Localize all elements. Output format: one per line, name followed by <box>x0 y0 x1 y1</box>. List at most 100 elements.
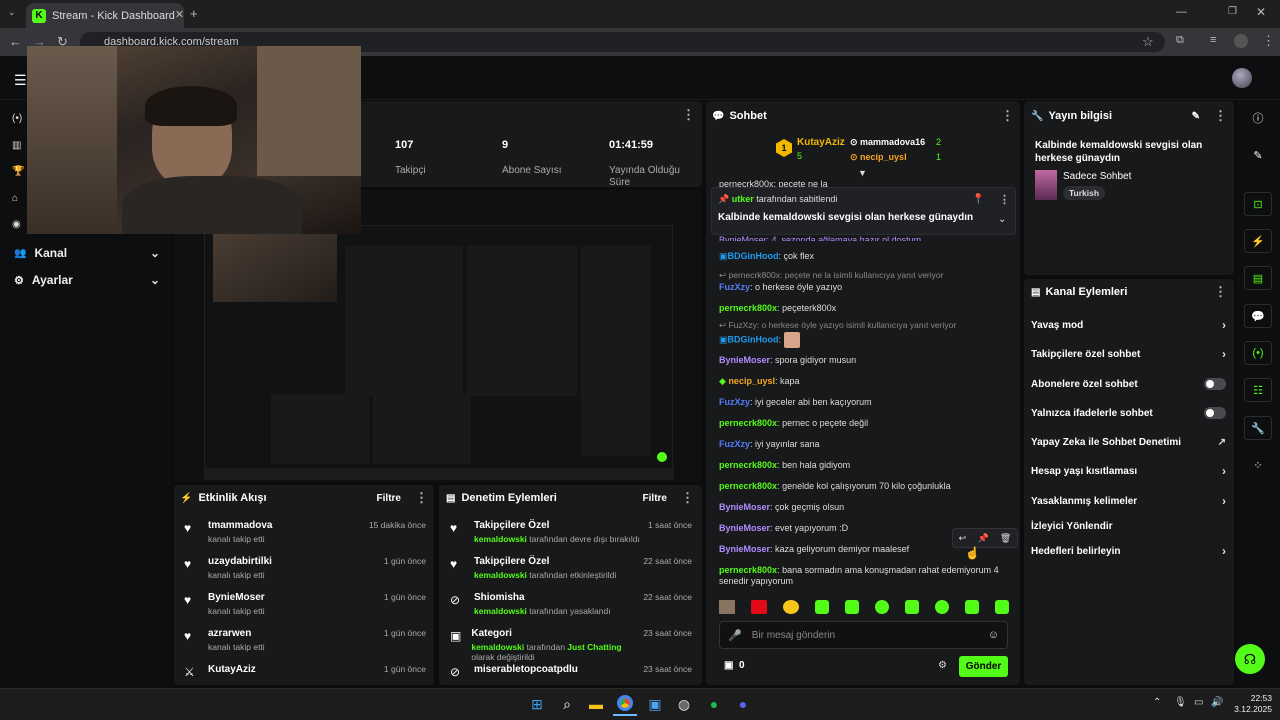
expand-pinned-icon[interactable]: ⌄ <box>998 214 1006 225</box>
emote-icon[interactable] <box>935 600 949 614</box>
gifter-3[interactable]: ⊙ necip_uysl <box>850 152 907 163</box>
action-goals[interactable]: Hedefleri belirleyin › <box>1031 541 1226 561</box>
microphone-icon[interactable]: 🎤 <box>728 629 742 642</box>
pinned-by-user[interactable]: utker <box>732 194 754 204</box>
edit-pencil-icon[interactable]: ✎ <box>1192 111 1200 122</box>
tab-list-icon[interactable]: ⌄ <box>8 8 16 17</box>
send-button[interactable]: Gönder <box>959 656 1008 677</box>
discord-icon[interactable]: ● <box>731 692 755 716</box>
activity-user[interactable]: uzaydabirtilki <box>208 556 272 567</box>
activity-menu-icon[interactable]: ⋮ <box>415 490 428 506</box>
emote-icon[interactable] <box>995 600 1009 614</box>
camera-icon[interactable]: ◉ <box>12 219 26 231</box>
moderator-name[interactable]: kemaldowski <box>474 570 527 580</box>
chat-settings-gear-icon[interactable]: ⚙ <box>938 660 947 671</box>
minimize-icon[interactable]: — <box>1176 7 1187 18</box>
bolt-icon[interactable]: ⚡ <box>1244 229 1272 253</box>
reply-icon[interactable]: ↩ <box>959 533 967 544</box>
nav-kanal[interactable]: 👥 Kanal ⌄ <box>14 243 160 263</box>
help-support-icon[interactable]: ☊ <box>1235 644 1265 674</box>
category-thumbnail[interactable] <box>1035 170 1057 200</box>
tab-close-icon[interactable]: ✕ <box>175 10 184 21</box>
chat-username[interactable]: BDGinHood <box>728 334 779 344</box>
stream-info-menu-icon[interactable]: ⋮ <box>1214 108 1227 124</box>
creator-icon[interactable]: ⌂ <box>12 193 26 205</box>
new-tab-icon[interactable]: + <box>190 7 198 20</box>
maximize-icon[interactable]: ❐ <box>1228 7 1237 17</box>
tray-volume-icon[interactable]: 🔊 <box>1211 697 1223 708</box>
tray-chevron-icon[interactable]: ⌃ <box>1153 697 1161 708</box>
subscribers-only-toggle[interactable] <box>1204 378 1226 390</box>
window-close-icon[interactable]: ✕ <box>1256 6 1266 18</box>
chat-menu-icon[interactable]: ⋮ <box>1001 108 1014 124</box>
bookmark-star-icon[interactable]: ☆ <box>1142 35 1154 48</box>
moderation-menu-icon[interactable]: ⋮ <box>681 490 694 506</box>
category-name[interactable]: Just Chatting <box>567 642 621 652</box>
focus-icon[interactable]: ⊡ <box>1244 192 1272 216</box>
emote-icon[interactable] <box>719 600 735 614</box>
stats-menu-icon[interactable]: ⋮ <box>682 107 695 123</box>
pinned-menu-icon[interactable]: ⋮ <box>999 193 1010 206</box>
chat-username[interactable]: BynieMoser <box>719 502 770 512</box>
emote-icon[interactable] <box>783 600 799 614</box>
tray-mic-icon[interactable]: 🎙 <box>1174 697 1187 708</box>
chat-input[interactable]: 🎤 Bir mesaj gönderin ☺ <box>719 621 1008 649</box>
delete-icon[interactable]: 🗑 <box>1000 533 1011 544</box>
stream-live-icon[interactable]: (•) <box>12 113 26 125</box>
trophy-icon[interactable]: 🏆 <box>12 166 26 178</box>
stream-preview-video[interactable] <box>204 225 674 480</box>
profile-avatar[interactable] <box>1234 34 1248 48</box>
windows-start-icon[interactable]: ⊞ <box>525 692 549 716</box>
emote-only-toggle[interactable] <box>1204 407 1226 419</box>
turkey-flag-emote-icon[interactable] <box>751 600 767 614</box>
action-ai-moderation[interactable]: Yapay Zeka ile Sohbet Denetimi ↗ <box>1031 432 1226 452</box>
list-icon[interactable]: ▤ <box>1244 266 1272 290</box>
chat-icon[interactable]: 💬 <box>1244 304 1272 328</box>
chat-username[interactable]: FuzXzy <box>719 282 750 292</box>
chat-username[interactable]: FuzXzy <box>719 397 750 407</box>
search-icon[interactable]: ⌕ <box>555 692 579 716</box>
activity-filter-button[interactable]: Filtre <box>377 493 401 504</box>
activity-user[interactable]: tmammadova <box>208 520 272 531</box>
wrench-icon[interactable]: 🔧 <box>1244 416 1272 440</box>
channel-points[interactable]: ▣ 0 <box>724 660 745 671</box>
nav-ayarlar[interactable]: ⚙ Ayarlar ⌄ <box>14 270 160 290</box>
emote-icon[interactable] <box>965 600 979 614</box>
hamburger-menu-icon[interactable]: ☰ <box>14 72 27 89</box>
emote-icon[interactable] <box>905 600 919 614</box>
user-avatar[interactable] <box>1232 68 1252 88</box>
chat-username[interactable]: pernecrk800x <box>719 565 777 575</box>
users-icon[interactable]: ☷ <box>1244 378 1272 402</box>
chat-username[interactable]: pernecrk800x <box>719 418 777 428</box>
action-account-age[interactable]: Hesap yaşı kısıtlaması › <box>1031 461 1226 481</box>
moderator-name[interactable]: kemaldowski <box>474 606 527 616</box>
top-gifter-name[interactable]: KutayAziz <box>797 137 845 148</box>
media-icon[interactable]: ≡ <box>1210 35 1216 46</box>
browser-tab[interactable]: K Stream - Kick Dashboard ✕ <box>26 3 184 28</box>
moderation-action[interactable]: Shiomisha <box>474 592 611 603</box>
apps-icon[interactable]: ⁘ <box>1244 453 1272 477</box>
moderator-name[interactable]: kemaldowski <box>471 642 524 652</box>
tray-network-icon[interactable]: ▭ <box>1194 697 1203 708</box>
info-icon[interactable]: ⓘ <box>1244 106 1272 130</box>
chat-username[interactable]: BynieMoser <box>719 355 770 365</box>
pin-message-icon[interactable]: 📌 <box>977 533 988 544</box>
emoji-picker-icon[interactable]: ☺ <box>988 629 999 641</box>
obs-icon[interactable]: ◍ <box>672 692 696 716</box>
activity-user[interactable]: BynieMoser <box>208 592 265 603</box>
chrome-icon[interactable] <box>613 692 637 716</box>
tray-clock[interactable]: 22:53 3.12.2025 <box>1228 693 1272 715</box>
category-name[interactable]: Sadece Sohbet <box>1063 171 1131 182</box>
gifter-2[interactable]: ⊙ mammadova16 <box>850 137 925 148</box>
action-host[interactable]: İzleyici Yönlendir <box>1031 516 1226 536</box>
back-icon[interactable]: ← <box>9 35 22 48</box>
chat-username[interactable]: pernecrk800x <box>719 460 777 470</box>
emote-icon[interactable] <box>815 600 829 614</box>
action-slow-mode[interactable]: Yavaş mod › <box>1031 315 1226 335</box>
chat-username[interactable]: BynieMoser <box>719 544 770 554</box>
chat-username[interactable]: pernecrk800x <box>719 481 777 491</box>
pencil-icon[interactable]: ✎ <box>1244 143 1272 167</box>
activity-user[interactable]: KutayAziz <box>208 664 256 675</box>
collapse-leaderboard-icon[interactable]: ▼ <box>858 168 867 178</box>
emote-icon[interactable] <box>845 600 859 614</box>
